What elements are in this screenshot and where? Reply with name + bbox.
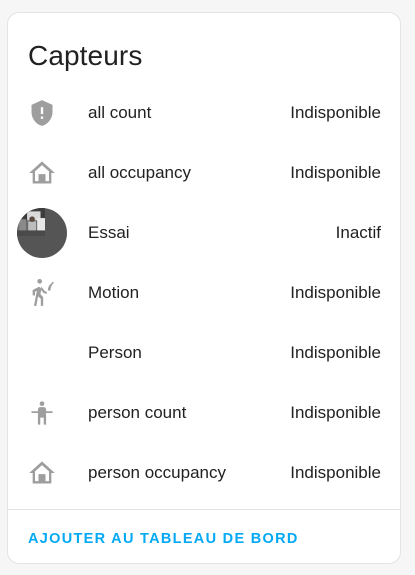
entity-list: all count Indisponible all occupancy Ind… — [8, 83, 400, 503]
camera-thumbnail — [17, 208, 67, 258]
entity-state: Indisponible — [290, 403, 381, 422]
entity-row-person-occupancy[interactable]: person occupancy Indisponible — [8, 443, 400, 503]
sensors-card: Capteurs all count Indisponible all occu… — [7, 12, 401, 564]
entity-state: Indisponible — [290, 283, 381, 302]
entity-row-essai[interactable]: Essai Inactif — [8, 203, 400, 263]
entity-state: Indisponible — [290, 343, 381, 362]
entity-name: all count — [88, 103, 152, 122]
entity-row-motion[interactable]: Motion Indisponible — [8, 263, 400, 323]
card-actions-divider — [8, 509, 400, 510]
human-icon — [17, 388, 67, 438]
entity-row-all-occupancy[interactable]: all occupancy Indisponible — [8, 143, 400, 203]
add-to-dashboard-button[interactable]: AJOUTER AU TABLEAU DE BORD — [18, 521, 309, 557]
entity-state: Inactif — [335, 223, 381, 242]
alert-shield-icon — [17, 88, 67, 138]
motion-sensor-icon — [17, 268, 67, 318]
entity-name: Motion — [88, 283, 140, 302]
home-outline-icon — [17, 148, 67, 198]
entity-name: all occupancy — [88, 163, 192, 182]
entity-state: Indisponible — [290, 463, 381, 482]
entity-name: person count — [88, 403, 187, 422]
entity-row-person[interactable]: Person Indisponible — [8, 323, 400, 383]
entity-name: person occupancy — [88, 463, 226, 482]
entity-row-all-count[interactable]: all count Indisponible — [8, 83, 400, 143]
entity-state: Indisponible — [290, 103, 381, 122]
entity-row-person-count[interactable]: person count Indisponible — [8, 383, 400, 443]
empty-icon-slot — [17, 328, 67, 378]
avatar — [17, 208, 67, 258]
entity-state: Indisponible — [290, 163, 381, 182]
entity-name: Essai — [88, 223, 130, 242]
home-outline-icon — [17, 448, 67, 498]
entity-name: Person — [88, 343, 142, 362]
card-title: Capteurs — [28, 40, 143, 71]
